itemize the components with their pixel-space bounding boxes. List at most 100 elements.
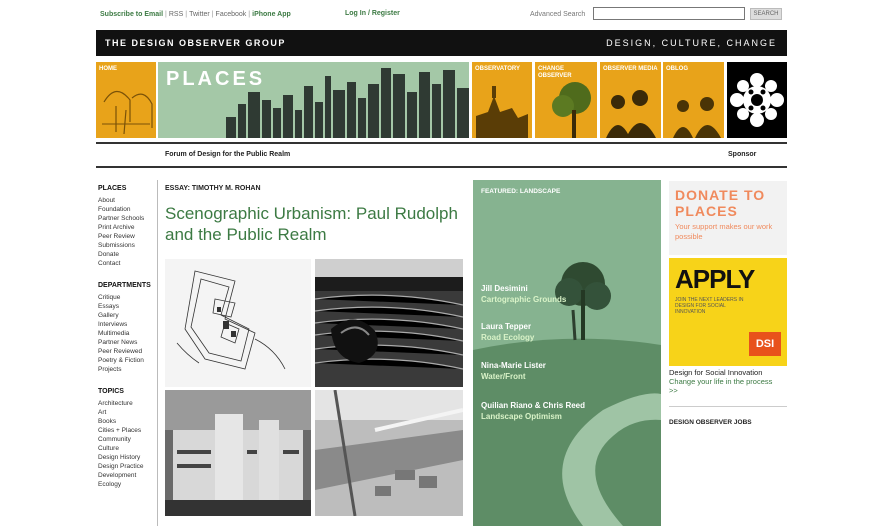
nav-tile-observer-media[interactable]: OBSERVER MEDIA <box>600 62 661 138</box>
featured-title: Cartographic Grounds <box>481 295 567 304</box>
search-button[interactable]: SEARCH <box>750 8 782 20</box>
essay-author-label: ESSAY: TIMOTHY M. ROHAN <box>165 185 261 192</box>
sidebar-item-ecology[interactable]: Ecology <box>98 480 154 489</box>
sidebar-item-interviews[interactable]: Interviews <box>98 320 154 329</box>
sidebar-item-books[interactable]: Books <box>98 417 154 426</box>
featured-author: Laura Tepper <box>481 322 532 331</box>
sidebar-group-places: PLACES About Foundation Partner Schools … <box>98 184 154 268</box>
divider <box>96 166 787 168</box>
sidebar-item-submissions[interactable]: Submissions <box>98 241 154 250</box>
sidebar-item-partner-news[interactable]: Partner News <box>98 338 154 347</box>
building-photo <box>165 390 311 516</box>
sidebar-item-projects[interactable]: Projects <box>98 365 154 374</box>
sidebar-group-departments: DEPARTMENTS Critique Essays Gallery Inte… <box>98 281 154 374</box>
apply-subtext: JOIN THE NEXT LEADERS IN DESIGN FOR SOCI… <box>675 297 744 315</box>
featured-author: Jill Desimini <box>481 284 528 293</box>
sponsor-label: Sponsor <box>728 151 757 158</box>
sidebar-heading: DEPARTMENTS <box>98 282 151 289</box>
nav-tile-places[interactable]: PLACES <box>158 62 469 138</box>
featured-item[interactable]: Nina-Marie Lister Water/Front <box>481 360 546 382</box>
subscribe-link[interactable]: Subscribe to Email <box>100 11 163 18</box>
sidebar-item-print-archive[interactable]: Print Archive <box>98 223 154 232</box>
sidebar-item-essays[interactable]: Essays <box>98 302 154 311</box>
nav-tile-home[interactable]: HOME <box>96 62 156 138</box>
sidebar-item-cities-places[interactable]: Cities + Places <box>98 426 154 435</box>
sidebar-item-gallery[interactable]: Gallery <box>98 311 154 320</box>
featured-item[interactable]: Quilian Riano & Chris Reed Landscape Opt… <box>481 400 585 422</box>
essay-title-link[interactable]: Scenographic Urbanism: Paul Rudolph and … <box>165 203 465 245</box>
divider <box>96 142 787 144</box>
people-icon <box>673 97 721 138</box>
sidebar-item-about[interactable]: About <box>98 196 154 205</box>
site-banner: THE DESIGN OBSERVER GROUP DESIGN, CULTUR… <box>96 30 787 56</box>
nav-tile-oblog[interactable]: OBLOG <box>663 62 724 138</box>
featured-title: Road Ecology <box>481 333 535 342</box>
facebook-link[interactable]: Facebook <box>216 11 247 18</box>
featured-author: Nina-Marie Lister <box>481 361 546 370</box>
donate-banner[interactable]: DONATE TO PLACES Your support makes our … <box>669 181 787 255</box>
places-tagline: Forum of Design for the Public Realm <box>165 151 291 158</box>
sidebar-item-architecture[interactable]: Architecture <box>98 399 154 408</box>
sidebar-item-design-practice[interactable]: Design Practice <box>98 462 154 471</box>
concrete-plaza-photo[interactable] <box>314 259 464 387</box>
sidebar-item-poetry-fiction[interactable]: Poetry & Fiction <box>98 356 154 365</box>
featured-item[interactable]: Laura Tepper Road Ecology <box>481 321 534 343</box>
aerial-highway-photo[interactable] <box>315 389 464 517</box>
site-plan-sketch-image[interactable] <box>165 259 311 387</box>
sidebar-item-peer-reviewed[interactable]: Peer Reviewed <box>98 347 154 356</box>
sidebar-item-multimedia[interactable]: Multimedia <box>98 329 154 338</box>
nav-tile-observatory[interactable]: OBSERVATORY <box>472 62 532 138</box>
iphone-app-link[interactable]: iPhone App <box>252 11 291 18</box>
sidebar-item-partner-schools[interactable]: Partner Schools <box>98 214 154 223</box>
design-observer-logo[interactable] <box>727 62 787 138</box>
tagline: DESIGN, CULTURE, CHANGE <box>606 38 777 48</box>
donate-title: DONATE TO PLACES <box>675 187 766 219</box>
nav-tile-change-observer[interactable]: CHANGE OBSERVER <box>535 62 597 138</box>
sidebar-item-critique[interactable]: Critique <box>98 293 154 302</box>
apply-ad-banner[interactable]: APPLY JOIN THE NEXT LEADERS IN DESIGN FO… <box>669 258 787 366</box>
featured-landscape-panel[interactable]: FEATURED: LANDSCAPE Jill Desimini Cartog… <box>473 180 661 526</box>
divider <box>669 406 787 407</box>
people-icon <box>606 90 656 138</box>
sidebar-item-design-history[interactable]: Design History <box>98 453 154 462</box>
flower-logo-icon <box>730 73 784 127</box>
search-input[interactable] <box>593 7 745 20</box>
rss-link[interactable]: RSS <box>169 11 183 18</box>
sidebar-item-contact[interactable]: Contact <box>98 259 154 268</box>
dsi-more-arrow[interactable]: >> <box>669 386 787 395</box>
plaza-photo <box>314 259 464 370</box>
brutalist-building-photo[interactable] <box>165 390 311 516</box>
dsi-link[interactable]: Change your life in the process <box>669 377 787 386</box>
utility-links: Subscribe to Email | RSS | Twitter | Facebook |… <box>100 11 291 18</box>
left-sidebar: PLACES About Foundation Partner Schools … <box>98 184 154 502</box>
dsi-promo-text: Design for Social Innovation Change your… <box>669 368 787 395</box>
sidebar-heading: TOPICS <box>98 388 124 395</box>
building-icon <box>476 86 528 138</box>
dsi-badge: DSI <box>749 332 781 356</box>
dsi-title: Design for Social Innovation <box>669 368 763 377</box>
featured-title: Landscape Optimism <box>481 412 562 421</box>
sidebar-item-community[interactable]: Community <box>98 435 154 444</box>
group-logo-text[interactable]: THE DESIGN OBSERVER GROUP <box>105 38 286 48</box>
city-skyline-icon <box>226 68 469 138</box>
design-observer-jobs-link[interactable]: DESIGN OBSERVER JOBS <box>669 419 752 426</box>
sidebar-item-donate[interactable]: Donate <box>98 250 154 259</box>
chair-icon <box>102 90 153 135</box>
sidebar-item-development[interactable]: Development <box>98 471 154 480</box>
login-register-link[interactable]: Log In / Register <box>345 10 400 17</box>
column-divider <box>157 180 158 526</box>
landscape-photo <box>473 180 661 526</box>
sketch-drawing <box>176 270 286 370</box>
sidebar-group-topics: TOPICS Architecture Art Books Cities + P… <box>98 387 154 489</box>
sidebar-item-foundation[interactable]: Foundation <box>98 205 154 214</box>
sidebar-item-culture[interactable]: Culture <box>98 444 154 453</box>
sidebar-item-peer-review[interactable]: Peer Review <box>98 232 154 241</box>
twitter-link[interactable]: Twitter <box>189 11 210 18</box>
featured-item[interactable]: Jill Desimini Cartographic Grounds <box>481 283 566 305</box>
sidebar-heading: PLACES <box>98 185 127 192</box>
apply-headline: APPLY <box>675 264 755 294</box>
advanced-search-link[interactable]: Advanced Search <box>530 11 585 18</box>
aerial-photo <box>315 389 464 517</box>
sidebar-item-art[interactable]: Art <box>98 408 154 417</box>
featured-label: FEATURED: LANDSCAPE <box>481 188 561 195</box>
